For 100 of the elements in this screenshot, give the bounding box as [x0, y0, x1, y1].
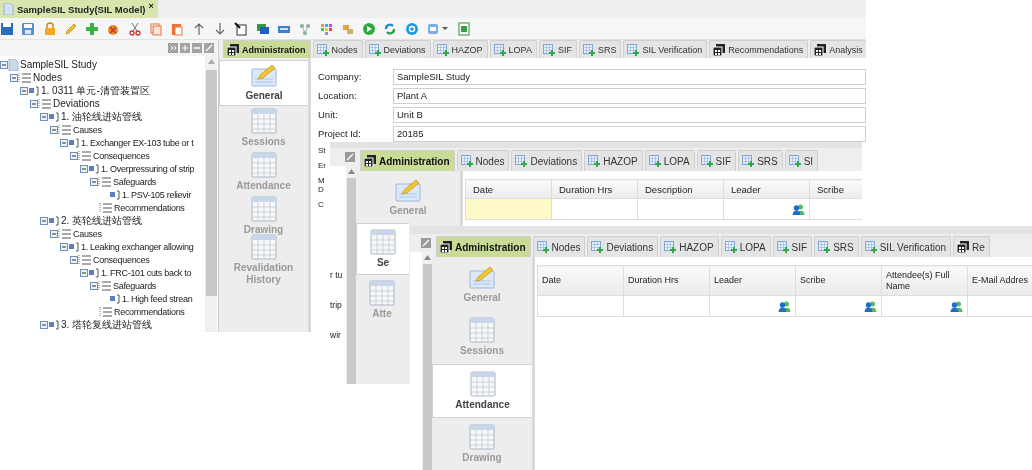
sheet-icon[interactable] [456, 21, 471, 36]
tree-item[interactable]: 1. Leaking exchanger allowing [81, 241, 194, 252]
tab[interactable]: SRS [578, 40, 622, 58]
column-header[interactable]: Scribe [795, 265, 882, 296]
tab[interactable]: LOPA [644, 150, 695, 171]
collapse-icon[interactable] [80, 268, 88, 277]
scrollbar[interactable] [422, 252, 432, 470]
people-icon[interactable] [864, 301, 877, 312]
windows-icon[interactable] [255, 21, 270, 36]
tab[interactable]: Nodes [312, 40, 363, 58]
refresh-icon[interactable] [383, 21, 398, 36]
tree-item[interactable]: Recommendations [114, 306, 185, 317]
tree-item[interactable]: 1. FRC-101 cuts back to [101, 267, 192, 278]
tree-item[interactable]: Nodes [33, 72, 62, 83]
tree-item[interactable]: Safeguards [113, 280, 157, 291]
table-cell[interactable] [465, 198, 552, 220]
palette-icon[interactable] [319, 21, 334, 36]
column-header[interactable]: Attendee(s) Full Name [881, 265, 968, 296]
tab[interactable]: SRS [738, 150, 783, 171]
tab[interactable]: Administration [436, 236, 531, 257]
tab[interactable]: SIL Verification [623, 40, 708, 58]
column-header[interactable]: Duration Hrs [623, 265, 710, 296]
tab[interactable]: LOPA [720, 236, 771, 257]
scroll-up-icon[interactable] [208, 59, 215, 64]
collapse-icon[interactable] [60, 138, 68, 147]
tree-item[interactable]: 2. 英轮线进站管线 [61, 213, 143, 228]
tree-item[interactable]: Causes [73, 124, 102, 135]
restore-icon[interactable] [421, 238, 431, 248]
tab[interactable]: HAZOP [660, 236, 719, 257]
tab[interactable]: Recommendations [709, 40, 809, 58]
pencil-icon[interactable] [63, 21, 78, 36]
tree-item[interactable]: Recommendations [114, 202, 185, 213]
scroll-up-icon[interactable] [348, 169, 355, 174]
collapse-icon[interactable] [40, 216, 48, 225]
tab[interactable]: HAZOP [432, 40, 488, 58]
tab[interactable]: Deviations [587, 236, 659, 257]
collapse-icon[interactable] [40, 112, 48, 121]
close-button[interactable]: × [148, 1, 154, 11]
import-icon[interactable] [234, 21, 249, 36]
column-header[interactable]: Duration Hrs [551, 179, 638, 199]
people-icon[interactable] [792, 204, 805, 215]
scrollbar[interactable] [346, 166, 356, 384]
expand-icon[interactable] [180, 43, 190, 53]
column-header[interactable]: Description [637, 179, 724, 199]
collapse-icon[interactable] [80, 164, 88, 173]
tab[interactable]: LOPA [489, 40, 537, 58]
collapse-icon[interactable] [192, 43, 202, 53]
tree-item[interactable]: Deviations [53, 98, 100, 109]
lock-icon[interactable] [42, 21, 57, 36]
column-header[interactable]: E-Mail Addres [967, 265, 1032, 296]
tree-item[interactable]: 1. 0311 单元-清管装置区 [41, 83, 150, 98]
tree-item[interactable]: Consequences [93, 150, 150, 161]
restore-icon[interactable] [204, 43, 214, 53]
tab[interactable]: Re [953, 236, 990, 257]
column-header[interactable]: Date [465, 179, 552, 199]
input-field[interactable]: Plant A [393, 87, 866, 104]
table-cell[interactable] [537, 295, 624, 317]
tree-item[interactable]: wir [330, 330, 341, 340]
tab[interactable]: SRS [814, 236, 859, 257]
tab[interactable]: HAZOP [584, 150, 643, 171]
copy-icon[interactable] [149, 21, 164, 36]
collapse-icon[interactable] [50, 125, 58, 134]
tree-item[interactable]: 1. High feed strean [122, 293, 193, 304]
tree-item[interactable]: 1. Overpressuring of strip [101, 163, 195, 174]
tab[interactable]: SI [784, 150, 819, 171]
tab[interactable]: SIF [772, 236, 813, 257]
nav-item[interactable]: Se [356, 223, 409, 275]
tree-item[interactable]: SampleSIL Study [20, 59, 97, 70]
collapse-icon[interactable] [90, 281, 98, 290]
people-icon[interactable] [950, 301, 963, 312]
collapse-icon[interactable] [0, 60, 8, 69]
document-tab[interactable]: SampleSIL Study(SIL Model) × [0, 0, 158, 18]
cut-icon[interactable] [127, 21, 142, 36]
collapse-icon[interactable] [70, 255, 78, 264]
paste-icon[interactable] [170, 21, 185, 36]
restore-icon[interactable] [345, 152, 355, 162]
tab[interactable]: Nodes [456, 150, 510, 171]
tree-item[interactable]: trip [330, 300, 342, 310]
column-header[interactable]: Date [537, 265, 624, 296]
column-header[interactable]: Leader [723, 179, 810, 199]
tab[interactable]: Administration [223, 40, 311, 58]
tab[interactable]: SIF [696, 150, 737, 171]
collapse-icon[interactable] [30, 99, 38, 108]
save-icon[interactable] [0, 21, 14, 36]
people-icon[interactable] [778, 301, 791, 312]
collapse-all-icon[interactable] [168, 43, 178, 53]
add-icon[interactable] [85, 21, 100, 36]
tab[interactable]: SIF [538, 40, 577, 58]
collapse-icon[interactable] [50, 229, 58, 238]
column-header[interactable]: Scribe [809, 179, 862, 199]
tree-item[interactable]: r tu [330, 270, 343, 280]
save-as-icon[interactable] [21, 21, 36, 36]
collapse-icon[interactable] [90, 177, 98, 186]
collapse-icon[interactable] [20, 86, 28, 95]
tab[interactable]: Deviations [511, 150, 583, 171]
tab[interactable]: Administration [360, 150, 455, 171]
collapse-icon[interactable] [60, 242, 68, 251]
tree-item[interactable]: Consequences [93, 254, 150, 265]
collapse-icon[interactable] [10, 73, 18, 82]
input-field[interactable]: SampleSIL Study [393, 68, 866, 85]
